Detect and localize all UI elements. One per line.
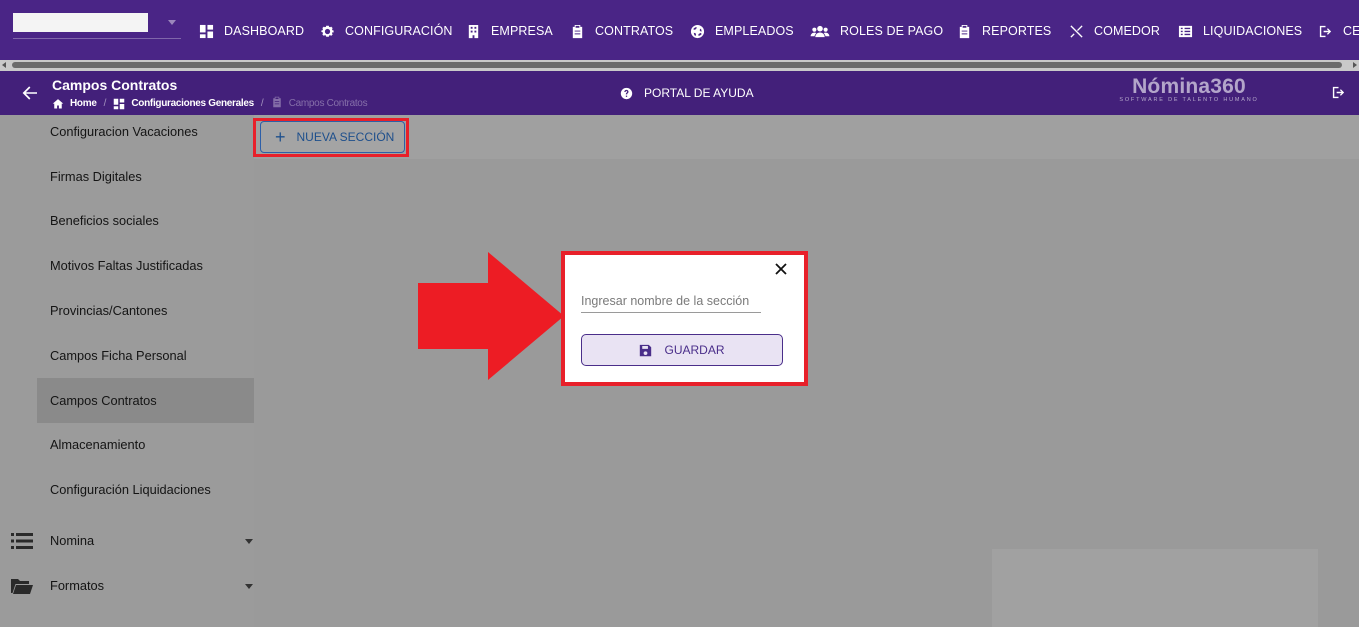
building-icon xyxy=(468,24,479,38)
dashboard-icon xyxy=(199,24,214,38)
chevron-down-icon xyxy=(245,539,253,544)
nav-comedor[interactable]: COMEDOR xyxy=(1069,21,1160,41)
breadcrumb-separator: / xyxy=(103,98,107,109)
sidebar-item-campos-ficha-personal[interactable]: Campos Ficha Personal xyxy=(37,333,254,378)
plus-icon: + xyxy=(275,127,286,147)
logo-main-text: Nómina360 xyxy=(1132,75,1246,98)
new-section-label: NUEVA SECCIÓN xyxy=(296,130,395,144)
nav-liquidaciones-label: LIQUIDACIONES xyxy=(1203,24,1303,38)
help-icon xyxy=(620,87,633,99)
chevron-down-icon[interactable] xyxy=(168,20,176,25)
globe-icon xyxy=(690,24,705,38)
page-header: Campos Contratos Home / Configuraciones … xyxy=(0,71,1359,115)
scroll-right-arrow-icon[interactable] xyxy=(1353,62,1357,68)
clipboard-icon xyxy=(271,96,289,111)
save-button[interactable]: GUARDAR xyxy=(581,334,783,366)
nav-cerrar[interactable]: CE xyxy=(1318,21,1359,41)
breadcrumb-separator: / xyxy=(260,98,264,109)
sidebar-group-nomina-label: Nomina xyxy=(50,533,95,548)
help-portal-label: PORTAL DE AYUDA xyxy=(644,86,754,100)
floppy-disk-icon xyxy=(640,344,652,356)
sidebar-group-formatos-label: Formatos xyxy=(50,578,105,593)
content-toolbar xyxy=(254,115,1359,159)
nav-dashboard[interactable]: DASHBOARD xyxy=(199,21,304,41)
arrow-left-icon xyxy=(22,86,37,100)
nav-empleados[interactable]: EMPLEADOS xyxy=(690,21,794,41)
save-label: GUARDAR xyxy=(664,343,725,357)
nav-liquidaciones[interactable]: LIQUIDACIONES xyxy=(1178,21,1302,41)
nav-roles-label: ROLES DE PAGO xyxy=(840,24,944,38)
dashboard-icon xyxy=(114,98,125,109)
breadcrumb-configuraciones-generales[interactable]: Configuraciones Generales xyxy=(131,98,254,109)
home-icon xyxy=(52,98,64,108)
breadcrumb-home[interactable]: Home xyxy=(70,98,97,109)
page-title: Campos Contratos xyxy=(52,77,178,93)
close-icon xyxy=(775,263,787,275)
back-button[interactable] xyxy=(22,85,38,101)
sidebar-item-campos-contratos[interactable]: Campos Contratos xyxy=(37,378,254,423)
nav-roles-de-pago[interactable]: ROLES DE PAGO xyxy=(810,21,943,41)
sidebar-item-provincias-cantones[interactable]: Provincias/Cantones xyxy=(37,288,254,333)
scrollbar-thumb[interactable] xyxy=(12,62,1342,68)
logout-icon xyxy=(1332,86,1345,99)
utensils-icon xyxy=(1070,24,1083,38)
nav-contratos-label: CONTRATOS xyxy=(595,24,674,38)
nav-empleados-label: EMPLEADOS xyxy=(715,24,794,38)
nav-configuracion[interactable]: CONFIGURACIÓN xyxy=(320,21,453,41)
help-portal-link[interactable]: PORTAL DE AYUDA xyxy=(620,86,754,100)
logout-icon xyxy=(1319,25,1332,37)
chevron-down-icon xyxy=(245,584,253,589)
sidebar-item-beneficios-sociales[interactable]: Beneficios sociales xyxy=(37,198,254,243)
list-icon xyxy=(11,532,33,550)
nav-contratos[interactable]: CONTRATOS xyxy=(570,21,673,41)
sidebar-item-configuracion-liquidaciones[interactable]: Configuración Liquidaciones xyxy=(37,467,254,512)
top-navbar: DASHBOARD CONFIGURACIÓN EMPRESA CONTRATO… xyxy=(0,0,1359,60)
sidebar-group-nomina[interactable]: Nomina xyxy=(0,518,254,563)
nav-empresa[interactable]: EMPRESA xyxy=(466,21,553,41)
sidebar-item-firmas-digitales[interactable]: Firmas Digitales xyxy=(37,154,254,199)
nav-comedor-label: COMEDOR xyxy=(1094,24,1160,38)
gear-icon xyxy=(321,25,334,37)
nomina360-logo: Nómina360 SOFTWARE DE TALENTO HUMANO xyxy=(1116,75,1262,103)
sidebar: Configuracion Vacaciones Firmas Digitale… xyxy=(0,115,254,627)
sidebar-item-almacenamiento[interactable]: Almacenamiento xyxy=(37,422,254,467)
logo-sub-text: SOFTWARE DE TALENTO HUMANO xyxy=(1119,97,1259,103)
section-name-input[interactable] xyxy=(581,289,761,313)
folder-open-icon xyxy=(11,577,33,595)
breadcrumb-current: Campos Contratos xyxy=(288,98,368,109)
company-select[interactable] xyxy=(13,13,148,32)
sidebar-item-configuracion-vacaciones[interactable]: Configuracion Vacaciones xyxy=(37,115,254,154)
horizontal-scrollbar[interactable] xyxy=(0,60,1359,71)
pointer-arrow-icon xyxy=(418,252,564,380)
new-section-button[interactable]: + NUEVA SECCIÓN xyxy=(260,121,405,153)
nav-reportes-label: REPORTES xyxy=(982,24,1052,38)
nav-empresa-label: EMPRESA xyxy=(491,24,553,38)
sidebar-item-motivos-faltas[interactable]: Motivos Faltas Justificadas xyxy=(37,243,254,288)
nav-configuracion-label: CONFIGURACIÓN xyxy=(345,24,453,38)
nav-cerrar-label: CE xyxy=(1343,24,1359,38)
list-icon xyxy=(1178,25,1193,37)
clipboard-icon xyxy=(572,24,583,38)
scroll-left-arrow-icon[interactable] xyxy=(2,62,6,68)
logout-button[interactable] xyxy=(1331,85,1347,101)
sidebar-group-formatos[interactable]: Formatos xyxy=(0,563,254,608)
company-select-underline xyxy=(13,38,181,39)
background-panel xyxy=(992,549,1318,627)
nav-reportes[interactable]: REPORTES xyxy=(957,21,1051,41)
nav-dashboard-label: DASHBOARD xyxy=(224,24,305,38)
breadcrumb: Home / Configuraciones Generales / Campo… xyxy=(52,96,368,111)
users-icon xyxy=(810,25,830,37)
close-button[interactable] xyxy=(774,262,788,276)
clipboard-icon xyxy=(959,24,970,38)
